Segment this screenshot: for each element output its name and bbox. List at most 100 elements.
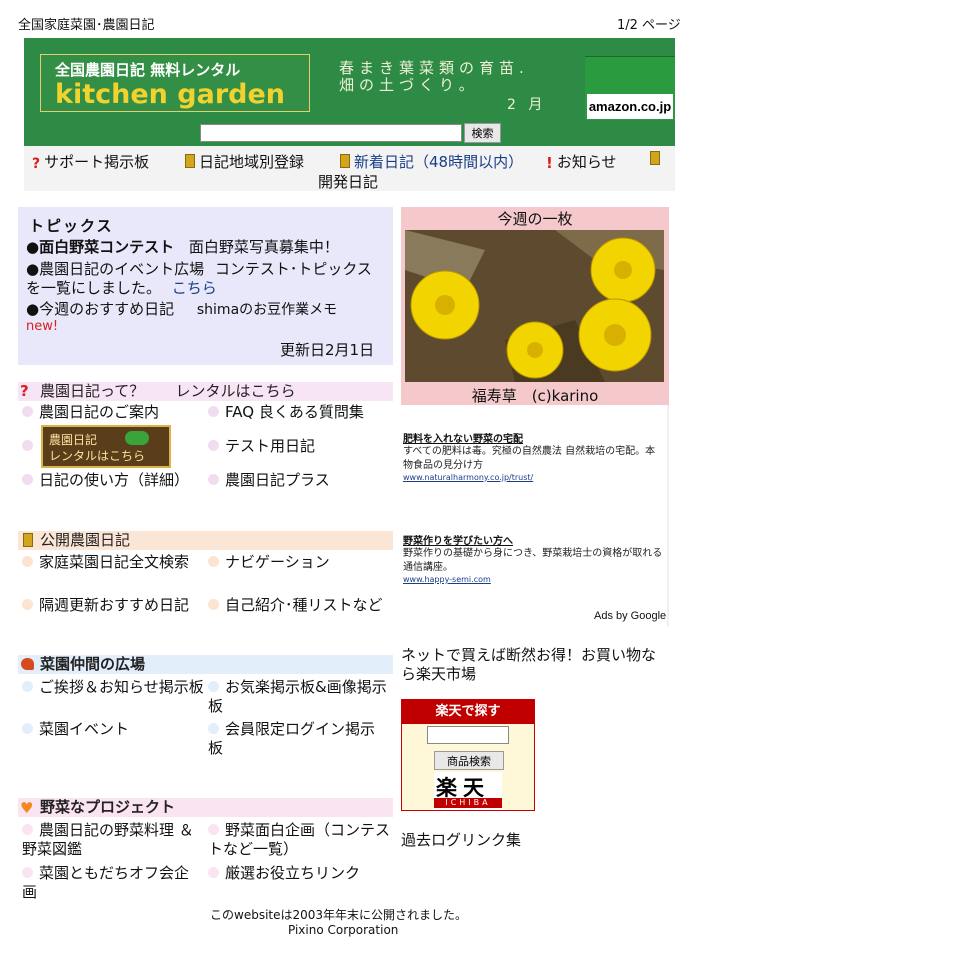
- ad-2-url[interactable]: www.happy-semi.com: [403, 575, 665, 584]
- rakuten-search-button[interactable]: 商品検索: [434, 751, 504, 770]
- rental-badge-line2: レンタルはこちら: [49, 449, 146, 463]
- bullet-icon: [208, 681, 219, 692]
- topic-2-link[interactable]: こちら: [172, 279, 217, 297]
- plaza-item-events-label: 菜園イベント: [39, 720, 130, 738]
- tagline-line-1: 春まき葉菜類の育苗.: [339, 59, 529, 77]
- rakuten-logo[interactable]: 楽天 ICHIBA: [434, 772, 502, 810]
- archive-link[interactable]: 過去ログリンク集: [401, 829, 521, 850]
- rakuten-promo[interactable]: ネットで買えば断然お得！お買い物なら楽天市場: [401, 646, 669, 684]
- rakuten-search-input[interactable]: [427, 726, 509, 744]
- about-item-plus[interactable]: 農園日記プラス: [208, 471, 330, 490]
- topic-3[interactable]: ●今週のおすすめ日記 shimaのお豆作業メモ: [26, 298, 337, 319]
- rakuten-logo-sub: ICHIBA: [434, 798, 502, 808]
- bullet-icon: [208, 556, 219, 567]
- public-item-nav[interactable]: ナビゲーション: [208, 553, 330, 572]
- bullet-icon: [208, 406, 219, 417]
- project-title[interactable]: 野菜なプロジェクト: [40, 798, 175, 816]
- about-item-guide[interactable]: 農園日記のご案内: [22, 403, 159, 422]
- about-item-faq[interactable]: FAQ 良くある質問集: [208, 403, 364, 422]
- search-input[interactable]: [200, 124, 462, 142]
- nav-new-diary[interactable]: 新着日記（48時間以内）: [340, 151, 523, 172]
- about-item-test[interactable]: テスト用日記: [208, 437, 315, 456]
- nav-support-label: サポート掲示板: [44, 153, 150, 171]
- ad-2-title[interactable]: 野菜作りを学びたい方へ: [403, 532, 665, 547]
- topic-1[interactable]: ●面白野菜コンテスト 面白野菜写真募集中！: [26, 236, 339, 257]
- ad-1[interactable]: 肥料を入れない野菜の宅配 すべての肥料は毒。究極の自然農法 自然栽培の宅配。本物…: [403, 430, 665, 482]
- ad-2[interactable]: 野菜作りを学びたい方へ 野菜作りの基礎から身につき、野菜栽培士の資格が取れる通信…: [403, 532, 665, 584]
- bullet-icon: [22, 867, 33, 878]
- topic-1-title: ●面白野菜コンテスト: [26, 238, 175, 256]
- public-item-intro[interactable]: 自己紹介･種リストなど: [208, 596, 383, 615]
- public-item-search-label: 家庭菜園日記全文検索: [39, 553, 190, 571]
- project-item-links-label: 厳選お役立ちリンク: [225, 864, 361, 882]
- project-item-links[interactable]: 厳選お役立ちリンク: [208, 864, 360, 883]
- rental-badge[interactable]: 農園日記 レンタルはこちら: [41, 425, 171, 468]
- topics-box: トピックス ●面白野菜コンテスト 面白野菜写真募集中！ ●農園日記のイベント広場…: [18, 207, 393, 365]
- flower-photo-image: [405, 230, 664, 382]
- about-title[interactable]: 農園日記って？: [40, 382, 144, 400]
- leaf-icon: [125, 431, 149, 445]
- updated-date: 更新日2月1日: [280, 341, 375, 359]
- tagline-line-2: 畑の土づくり。: [339, 76, 479, 94]
- plaza-item-casual[interactable]: お気楽掲示板&画像掲示板: [208, 678, 388, 716]
- topic-1-text: 面白野菜写真募集中！: [188, 238, 339, 256]
- flower-photo[interactable]: [405, 230, 664, 382]
- nav-support[interactable]: ? サポート掲示板: [32, 151, 149, 172]
- book-icon: [650, 151, 660, 165]
- book-icon: [185, 154, 195, 168]
- bullet-icon: [208, 867, 219, 878]
- rental-link[interactable]: レンタルはこちら: [176, 382, 296, 400]
- bullet-icon: [208, 599, 219, 610]
- plaza-item-members[interactable]: 会員限定ログイン掲示板: [208, 720, 388, 758]
- project-item-offkai-label: 菜園ともだちオフ会企画: [22, 864, 190, 901]
- ads-by-google[interactable]: Ads by Google: [594, 610, 666, 622]
- bullet-icon: [208, 440, 219, 451]
- about-item-plus-label: 農園日記プラス: [225, 471, 330, 489]
- ad-1-url[interactable]: www.naturalharmony.co.jp/trust/: [403, 473, 665, 482]
- amazon-badge[interactable]: amazon.co.jp: [585, 56, 675, 120]
- topic-2-title: ●農園日記のイベント広場: [26, 260, 205, 278]
- plaza-title[interactable]: 菜園仲間の広場: [40, 655, 145, 673]
- leaf-icon: [21, 658, 34, 670]
- photo-caption: 福寿草 (c)karino: [471, 387, 599, 405]
- public-title[interactable]: 公開農園日記: [40, 531, 130, 549]
- site-title: 全国家庭菜園･農園日記: [18, 18, 155, 33]
- public-item-biweekly[interactable]: 隔週更新おすすめ日記: [22, 596, 189, 615]
- ad-1-text: すべての肥料は毒。究極の自然農法 自然栽培の宅配。本物食品の見分け方: [403, 446, 656, 471]
- ad-2-text: 野菜作りの基礎から身につき、野菜栽培士の資格が取れる通信講座。: [403, 548, 663, 573]
- nav-dev-book[interactable]: [650, 150, 664, 168]
- topic-2-line2: を一覧にしました。 こちら: [26, 277, 217, 298]
- about-item-faq-label: FAQ 良くある質問集: [225, 403, 364, 421]
- book-icon: [340, 154, 350, 168]
- project-item-recipes-label: 農園日記の野菜料理 ＆ 野菜図鑑: [22, 821, 194, 858]
- plaza-item-greetings[interactable]: ご挨拶＆お知らせ掲示板: [22, 678, 204, 697]
- project-item-fun[interactable]: 野菜面白企画（コンテストなど一覧）: [208, 821, 393, 859]
- ads-divider: [667, 405, 669, 627]
- section-plaza: 菜園仲間の広場: [18, 655, 393, 674]
- nav-region[interactable]: 日記地域別登録: [185, 151, 304, 172]
- project-item-offkai[interactable]: 菜園ともだちオフ会企画: [22, 864, 202, 902]
- amazon-logo: amazon.co.jp: [587, 94, 673, 119]
- exclamation-icon: !: [546, 154, 553, 172]
- question-icon: ?: [20, 382, 29, 400]
- topic-3-text: shimaのお豆作業メモ: [196, 302, 338, 318]
- banner: 全国農園日記 無料レンタル kitchen garden 春まき葉菜類の育苗. …: [24, 38, 675, 146]
- section-public: 公開農園日記: [18, 531, 393, 550]
- nav-news[interactable]: ! お知らせ: [546, 151, 617, 172]
- kitchen-garden-logo[interactable]: 全国農園日記 無料レンタル kitchen garden: [40, 54, 310, 112]
- about-item-howto[interactable]: 日記の使い方（詳細）: [22, 471, 189, 490]
- topic-2[interactable]: ●農園日記のイベント広場 コンテスト･トピックス: [26, 258, 372, 279]
- nav-bar: ? サポート掲示板 日記地域別登録 新着日記（48時間以内） ! お知らせ 開発日記: [24, 146, 675, 191]
- public-item-intro-label: 自己紹介･種リストなど: [225, 596, 383, 614]
- plaza-item-events[interactable]: 菜園イベント: [22, 720, 129, 739]
- nav-dev-diary[interactable]: 開発日記: [318, 171, 378, 192]
- question-icon: ?: [32, 156, 41, 172]
- ad-1-title[interactable]: 肥料を入れない野菜の宅配: [403, 430, 665, 445]
- about-item-howto-label: 日記の使い方（詳細）: [39, 471, 190, 489]
- public-item-search[interactable]: 家庭菜園日記全文検索: [22, 553, 202, 572]
- section-project: ♥ 野菜なプロジェクト: [18, 798, 393, 817]
- rakuten-widget: 楽天で探す 商品検索 楽天 ICHIBA: [401, 699, 535, 811]
- search-button[interactable]: 検索: [464, 123, 501, 143]
- project-item-recipes[interactable]: 農園日記の野菜料理 ＆ 野菜図鑑: [22, 821, 202, 859]
- photo-of-week: 今週の一枚 福寿草 (c)karino: [401, 207, 669, 405]
